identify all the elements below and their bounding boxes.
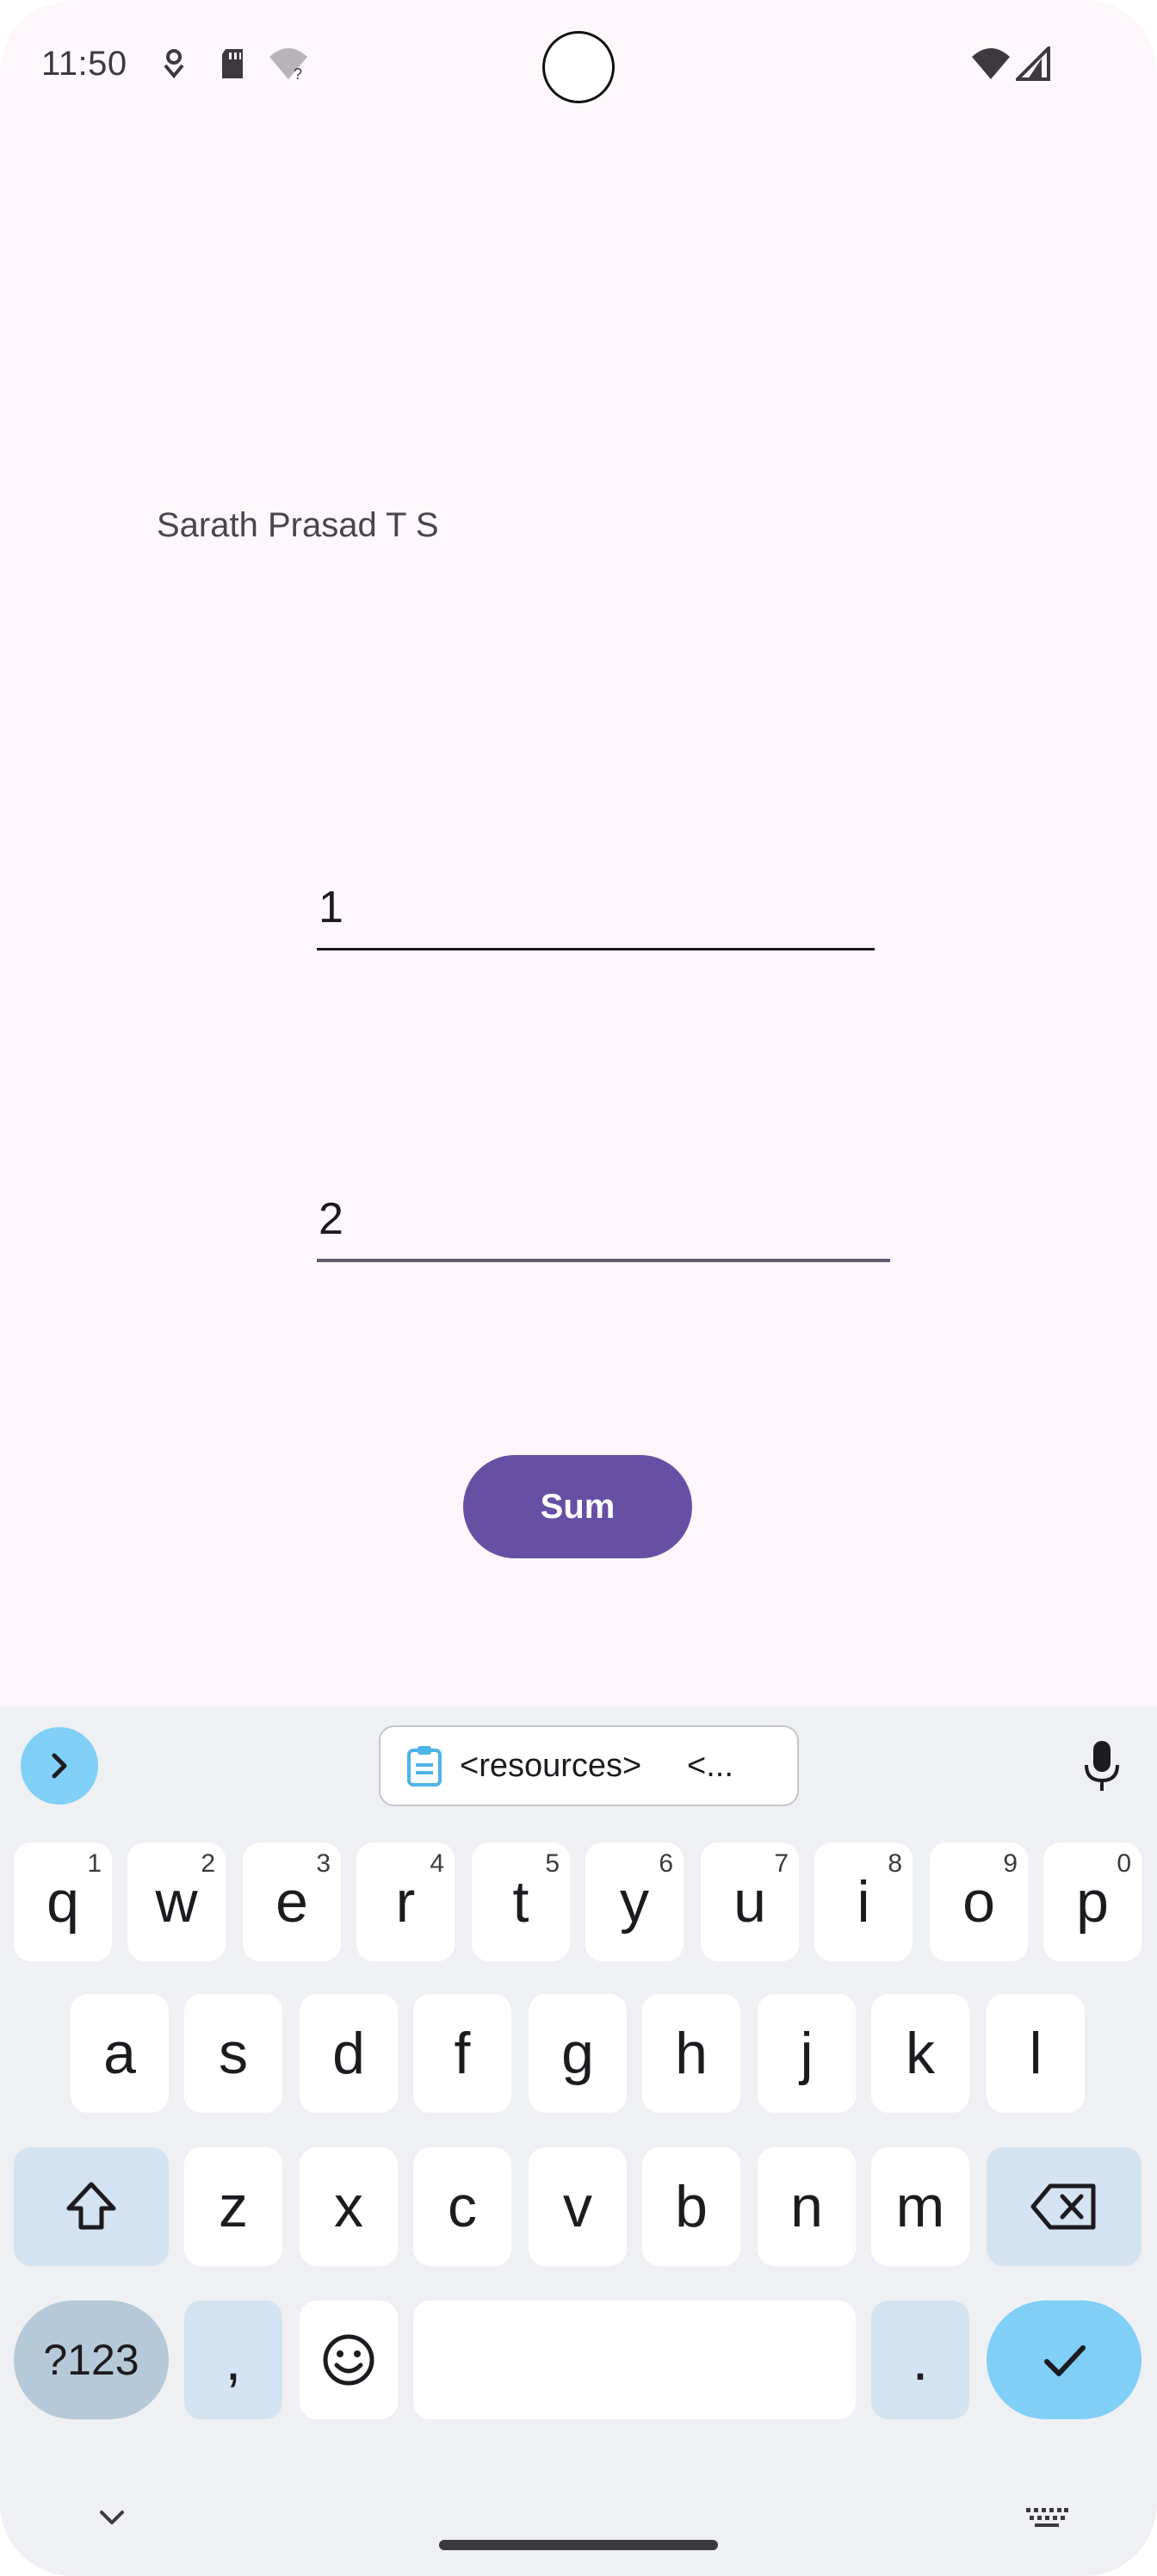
key-label: q [46,1869,79,1935]
name-label: Sarath Prasad T S [157,506,439,544]
key-b[interactable]: b [642,2147,740,2266]
key-e[interactable]: e3 [243,1842,341,1961]
wifi-unknown-icon: ? [267,45,310,83]
key-hint: 6 [659,1849,673,1878]
number1-underline [317,948,875,951]
number2-underline [317,1259,890,1262]
key-v[interactable]: v [529,2147,627,2266]
symbols-key[interactable]: ?123 [14,2300,169,2419]
hide-keyboard-button[interactable] [86,2500,138,2535]
key-y[interactable]: y6 [585,1842,684,1961]
key-hint: 9 [1003,1849,1018,1878]
sum-button[interactable]: Sum [463,1455,692,1558]
backspace-icon [1030,2183,1096,2230]
key-hint: 1 [87,1849,102,1878]
key-label: i [857,1869,870,1935]
toolbar-toggle-button[interactable] [21,1727,98,1805]
status-time: 11:50 [41,45,127,83]
key-h[interactable]: h [642,1994,740,2113]
emoji-key[interactable] [300,2300,398,2419]
clipboard-icon [407,1746,442,1786]
key-r[interactable]: r4 [356,1842,455,1961]
number1-field[interactable] [317,864,875,951]
key-label: u [733,1869,766,1935]
cellular-signal-icon [1014,45,1052,83]
shift-icon [66,2182,116,2230]
key-u[interactable]: u7 [701,1842,799,1961]
soft-keyboard: <resources> <... q1 w2 e3 r4 t5 y6 u7 i8… [0,1706,1157,2576]
key-l[interactable]: l [987,1994,1085,2113]
key-label: w [155,1869,198,1935]
microphone-button[interactable] [1076,1732,1128,1801]
key-i[interactable]: i8 [814,1842,913,1961]
key-hint: 5 [545,1849,560,1878]
key-z[interactable]: z [184,2147,282,2266]
key-k[interactable]: k [871,1994,969,2113]
keyboard-icon [1026,2508,1068,2527]
switch-keyboard-button[interactable] [1021,2500,1073,2535]
key-j[interactable]: j [758,1994,856,2113]
key-s[interactable]: s [184,1994,282,2113]
wifi-icon [969,45,1012,83]
number1-input[interactable] [317,864,875,951]
key-w[interactable]: w2 [127,1842,226,1961]
key-hint: 4 [430,1849,444,1878]
key-label: t [512,1869,529,1935]
backspace-key[interactable] [987,2147,1142,2266]
key-label: e [275,1869,308,1935]
key-p[interactable]: p0 [1043,1842,1142,1961]
number2-field[interactable] [317,1176,890,1262]
shift-key[interactable] [14,2147,169,2266]
key-label: r [395,1869,416,1935]
clipboard-chip-text: <resources> <... [460,1747,733,1784]
key-m[interactable]: m [871,2147,969,2266]
key-n[interactable]: n [758,2147,856,2266]
key-hint: 8 [888,1849,902,1878]
gesture-navigation-handle[interactable] [439,2540,718,2550]
front-camera [542,31,615,103]
key-f[interactable]: f [413,1994,511,2113]
key-hint: 0 [1117,1849,1131,1878]
key-label: p [1076,1869,1109,1935]
period-key[interactable]: . [871,2300,969,2419]
chevron-right-icon [52,1753,67,1779]
app-screen: 11:50 ? Sarath Prasad T S Sum <resources… [0,0,1157,2576]
emoji-icon [323,2334,374,2386]
comma-key[interactable]: , [184,2300,282,2419]
key-x[interactable]: x [300,2147,398,2266]
key-label: o [962,1869,995,1935]
key-t[interactable]: t5 [472,1842,570,1961]
key-q[interactable]: q1 [14,1842,112,1961]
data-saver-icon [157,45,191,83]
key-label: y [620,1869,649,1935]
key-c[interactable]: c [413,2147,511,2266]
key-d[interactable]: d [300,1994,398,2113]
sd-card-icon [215,45,250,83]
chevron-down-icon [100,2511,124,2524]
number2-input[interactable] [317,1176,890,1262]
key-a[interactable]: a [71,1994,169,2113]
microphone-icon [1085,1741,1119,1791]
check-icon [1044,2345,1086,2376]
key-g[interactable]: g [529,1994,627,2113]
key-hint: 3 [316,1849,331,1878]
key-hint: 7 [774,1849,789,1878]
svg-text:?: ? [294,65,302,81]
key-o[interactable]: o9 [930,1842,1028,1961]
space-key[interactable] [413,2300,856,2419]
done-key[interactable] [987,2300,1142,2419]
key-hint: 2 [201,1849,215,1878]
clipboard-suggestion-chip[interactable]: <resources> <... [379,1725,799,1806]
